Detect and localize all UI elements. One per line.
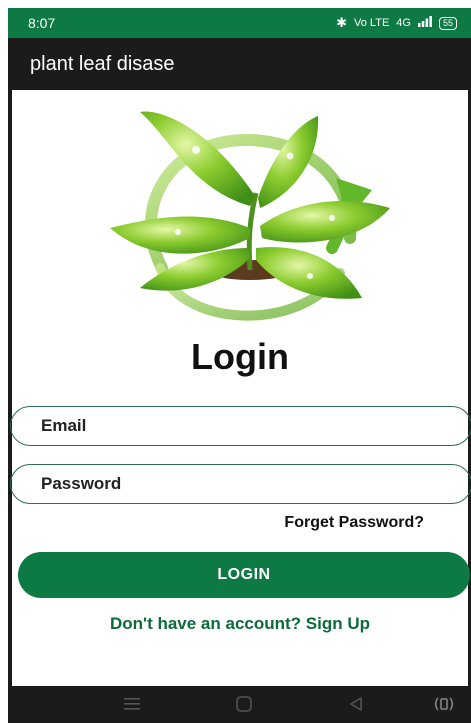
login-title: Login (191, 336, 289, 377)
signup-link[interactable]: Don't have an account? Sign Up (12, 614, 468, 634)
navigation-bar (8, 686, 471, 723)
menu-icon[interactable] (120, 694, 144, 714)
bluetooth-icon: ✱ (336, 15, 348, 30)
app-bar: plant leaf disase (8, 38, 471, 90)
login-button[interactable]: LOGIN (18, 552, 470, 598)
password-field[interactable] (10, 464, 471, 504)
signal-icon (417, 16, 432, 30)
forget-password-link[interactable]: Forget Password? (284, 514, 424, 532)
back-icon[interactable] (344, 694, 368, 714)
app-title: plant leaf disase (30, 52, 175, 75)
volte-indicator: Vo LTE (354, 17, 390, 29)
status-icons: ✱ Vo LTE 4G 55 (336, 15, 457, 31)
login-form-container: Login Forget Password? LOGIN Don't have … (8, 90, 471, 686)
accessibility-icon[interactable] (432, 694, 456, 714)
login-screen: 8:07 ✱ Vo LTE 4G 55 plant leaf disase Lo… (0, 0, 471, 723)
network-indicator: 4G (396, 17, 411, 29)
plant-leaf-logo (110, 111, 390, 321)
battery-icon: 55 (438, 16, 457, 30)
status-bar: 8:07 ✱ Vo LTE 4G 55 (8, 8, 471, 38)
status-time: 8:07 (28, 15, 56, 31)
email-field[interactable] (10, 406, 471, 446)
home-icon[interactable] (232, 694, 256, 714)
